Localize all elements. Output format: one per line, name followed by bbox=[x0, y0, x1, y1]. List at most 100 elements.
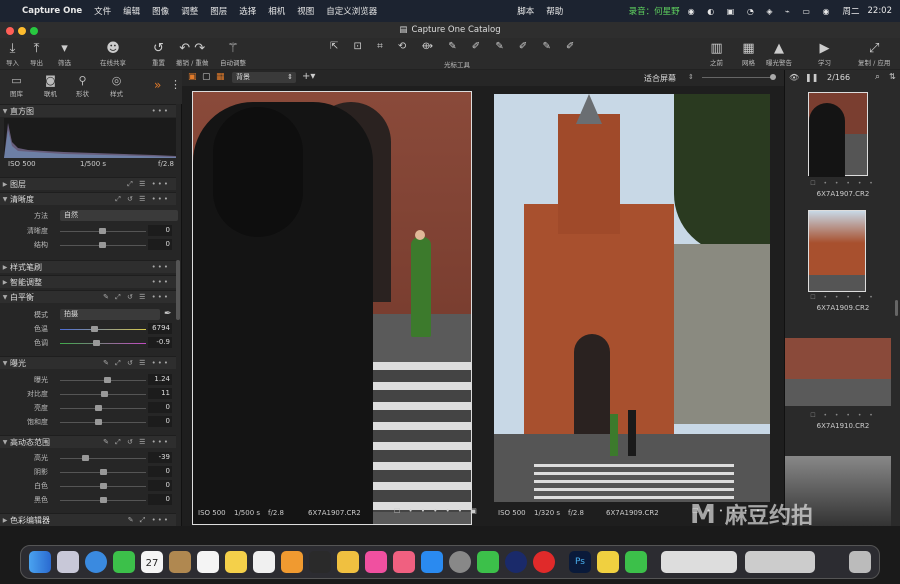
pause-icon[interactable]: ❚❚ bbox=[805, 73, 818, 82]
menu-layer[interactable]: 图层 bbox=[210, 5, 227, 17]
image-right[interactable] bbox=[494, 94, 770, 502]
menu-custom-browser[interactable]: 自定义浏览器 bbox=[326, 5, 377, 17]
menu-view[interactable]: 视图 bbox=[297, 5, 314, 17]
contacts-icon[interactable] bbox=[169, 551, 191, 573]
app-store-icon[interactable] bbox=[421, 551, 443, 573]
learn-button[interactable]: ▶ 学习 bbox=[818, 40, 831, 67]
import-button[interactable]: ⤓ 导入 bbox=[6, 40, 19, 67]
tab-style[interactable]: ◎ 样式 bbox=[110, 73, 123, 98]
brightness-value[interactable]: 0 bbox=[148, 402, 172, 413]
photo-app-icon[interactable] bbox=[393, 551, 415, 573]
before-button[interactable]: ▥ 之前 bbox=[710, 40, 723, 67]
eyedropper-icon[interactable]: ✒ bbox=[164, 309, 172, 319]
more-tabs-icon[interactable]: » bbox=[154, 78, 161, 92]
menu-file[interactable]: 文件 bbox=[94, 5, 111, 17]
more-icon[interactable]: ••• bbox=[152, 107, 170, 115]
section-exposure[interactable]: ▼ 曝光 ✎ ⤢ ↺ ☰ ••• bbox=[0, 356, 176, 369]
exposure-slider[interactable] bbox=[104, 377, 111, 383]
sort-icon[interactable]: ⇅ bbox=[889, 72, 896, 81]
capture-one-icon[interactable] bbox=[597, 551, 619, 573]
minimize-window-button[interactable] bbox=[18, 27, 26, 35]
wb-tint-slider[interactable] bbox=[93, 340, 100, 346]
screenshot-window-icon[interactable] bbox=[745, 551, 815, 573]
structure-value[interactable]: 0 bbox=[148, 239, 172, 250]
clarity-value[interactable]: 0 bbox=[148, 225, 172, 236]
photoshop-icon[interactable]: Ps bbox=[569, 551, 591, 573]
menu-app[interactable]: Capture One bbox=[22, 6, 82, 16]
pages-icon[interactable] bbox=[281, 551, 303, 573]
exposure-warning-button[interactable]: ▲ 曝光警告 bbox=[766, 40, 792, 67]
tab-library[interactable]: ▭ 图库 bbox=[10, 73, 23, 98]
menu-edit[interactable]: 编辑 bbox=[123, 5, 140, 17]
menu-help[interactable]: 帮助 bbox=[546, 5, 563, 17]
highlight-slider[interactable] bbox=[82, 455, 89, 461]
share-online-button[interactable]: ☻ 在线共享 bbox=[100, 40, 126, 67]
safari-icon[interactable] bbox=[85, 551, 107, 573]
thumbnail-rating[interactable]: ☐ • • • • • bbox=[785, 412, 900, 419]
calendar-icon[interactable]: 27 bbox=[141, 551, 163, 573]
export-button[interactable]: ⤒ 导出 bbox=[30, 40, 43, 67]
zoom-slider[interactable] bbox=[702, 77, 772, 78]
menu-camera[interactable]: 相机 bbox=[268, 5, 285, 17]
shadow-value[interactable]: 0 bbox=[148, 466, 172, 477]
filter-button[interactable]: ▾ 筛选 bbox=[58, 40, 71, 67]
black-slider[interactable] bbox=[100, 497, 107, 503]
keyboard-window-icon[interactable] bbox=[661, 551, 737, 573]
wechat-icon[interactable] bbox=[477, 551, 499, 573]
wb-tint-value[interactable]: -0.9 bbox=[148, 337, 172, 348]
grid-button[interactable]: ▦ 网格 bbox=[742, 40, 755, 67]
image-left[interactable] bbox=[192, 91, 472, 525]
exposure-value[interactable]: 1.24 bbox=[148, 374, 172, 385]
notes-icon[interactable] bbox=[225, 551, 247, 573]
netease-music-icon[interactable] bbox=[533, 551, 555, 573]
tab-shape[interactable]: ⚲ 形状 bbox=[76, 73, 89, 98]
clarity-slider[interactable] bbox=[99, 228, 106, 234]
search-icon[interactable]: ⌕ bbox=[875, 72, 880, 82]
shadow-slider[interactable] bbox=[100, 469, 107, 475]
highlight-value[interactable]: -39 bbox=[148, 452, 172, 463]
cursor-tools[interactable]: ⇱ ⊡ ⌗ ⟲ ⟴ ✎ ✐ ✎ ✐ ✎ ✐ bbox=[330, 41, 580, 55]
menu-image[interactable]: 图像 bbox=[152, 5, 169, 17]
section-white-balance[interactable]: ▼ 白平衡 ✎ ⤢ ↺ ☰ ••• bbox=[0, 290, 176, 303]
wb-temp-value[interactable]: 6794 bbox=[148, 323, 172, 334]
browser-scrollbar[interactable] bbox=[895, 300, 898, 316]
menu-select[interactable]: 选择 bbox=[239, 5, 256, 17]
section-hdr[interactable]: ▼ 高动态范围 ✎ ⤢ ↺ ☰ ••• bbox=[0, 435, 176, 448]
brightness-slider[interactable] bbox=[95, 405, 102, 411]
section-layers[interactable]: ▶ 图层 ⤢ ☰ ••• bbox=[0, 177, 176, 190]
thumbnail-item[interactable]: ☐ • • • • • 6X7A1907.CR2 bbox=[785, 88, 900, 203]
zoom-window-button[interactable] bbox=[30, 27, 38, 35]
thumbnail-item[interactable]: ☐ • • • • • 6X7A1909.CR2 bbox=[785, 206, 900, 316]
reset-button[interactable]: ↺ 重置 bbox=[152, 40, 165, 67]
launchpad-icon[interactable] bbox=[57, 551, 79, 573]
structure-slider[interactable] bbox=[99, 242, 106, 248]
close-window-button[interactable] bbox=[6, 27, 14, 35]
thumbnail-rating[interactable]: ☐ • • • • • bbox=[785, 180, 900, 187]
system-settings-icon[interactable] bbox=[449, 551, 471, 573]
thumbnail-rating[interactable]: ☐ • • • • • bbox=[785, 294, 900, 301]
menu-adjust[interactable]: 调整 bbox=[181, 5, 198, 17]
recording-status[interactable]: 录音：何星野 bbox=[629, 5, 680, 17]
left-rating[interactable]: ☐ • • • • • ▣ bbox=[394, 507, 480, 515]
more-icon[interactable]: ••• bbox=[152, 263, 170, 271]
section-style-brush[interactable]: ▶ 样式笔刷 ••• bbox=[0, 260, 176, 273]
saturation-slider[interactable] bbox=[95, 419, 102, 425]
multi-view-icon[interactable]: ▦ bbox=[216, 72, 225, 82]
auto-adjust-button[interactable]: ⚚ 自动调整 bbox=[220, 40, 246, 67]
tools-scrollbar[interactable] bbox=[176, 260, 180, 320]
section-histogram[interactable]: ▼ 直方图 ••• bbox=[0, 104, 176, 117]
copy-apply-button[interactable]: ⤢ 复制 / 应用 bbox=[858, 40, 890, 67]
section-tool-icons[interactable]: ✎ ⤢ ••• bbox=[128, 516, 170, 525]
onepassword-icon[interactable] bbox=[505, 551, 527, 573]
thumbnail-item[interactable]: ☐ • • • • • 6X7A1910.CR2 bbox=[785, 338, 900, 438]
contrast-slider[interactable] bbox=[101, 391, 108, 397]
section-smart-adjust[interactable]: ▶ 智能调整 ••• bbox=[0, 275, 176, 288]
add-layer-icon[interactable]: +▾ bbox=[302, 71, 315, 82]
menu-script[interactable]: 脚本 bbox=[517, 5, 534, 17]
reminders-icon[interactable] bbox=[197, 551, 219, 573]
section-tool-icons[interactable]: ✎ ⤢ ↺ ☰ ••• bbox=[103, 438, 170, 447]
compare-view-icon[interactable]: ▢ bbox=[202, 72, 211, 82]
undo-redo-button[interactable]: ↶ ↷ 撤销 / 重做 bbox=[176, 40, 208, 67]
section-color-editor[interactable]: ▶ 色彩编辑器 ✎ ⤢ ••• bbox=[0, 513, 176, 526]
script-editor-icon[interactable] bbox=[309, 551, 331, 573]
